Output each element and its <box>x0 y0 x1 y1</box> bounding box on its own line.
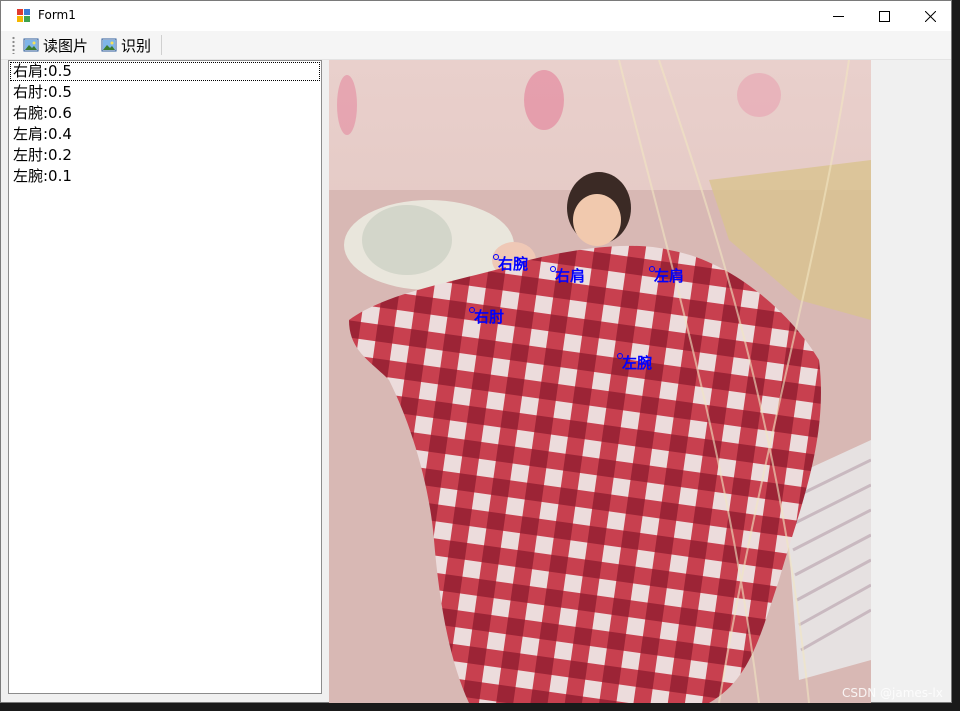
recognize-label: 识别 <box>121 36 152 55</box>
keypoint-left-shoulder: 左肩 <box>649 265 684 286</box>
list-item[interactable]: 右腕:0.6 <box>9 103 321 124</box>
picture-icon <box>101 38 117 52</box>
photo-illustration <box>329 60 871 703</box>
close-button[interactable] <box>907 1 953 31</box>
close-icon <box>924 10 936 22</box>
list-item[interactable]: 右肘:0.5 <box>9 82 321 103</box>
keypoint-left-wrist: 左腕 <box>617 352 652 373</box>
toolbar-grip[interactable] <box>12 36 15 54</box>
recognize-button[interactable]: 识别 <box>101 34 151 56</box>
keypoint-right-wrist: 右腕 <box>493 253 528 274</box>
keypoint-label: 右肩 <box>555 267 586 285</box>
read-image-button[interactable]: 读图片 <box>23 34 88 56</box>
picture-box[interactable] <box>329 60 871 703</box>
maximize-icon <box>878 10 890 22</box>
title-bar[interactable]: Form1 <box>1 1 951 31</box>
list-item[interactable]: 左肘:0.2 <box>9 145 321 166</box>
tool-strip: 读图片 识别 <box>1 31 951 60</box>
minimize-button[interactable] <box>815 1 861 31</box>
read-image-label: 读图片 <box>43 36 89 55</box>
picture-icon <box>23 38 39 52</box>
window-title: Form1 <box>38 8 76 22</box>
list-item[interactable]: 左腕:0.1 <box>9 166 321 187</box>
toolbar-separator <box>161 35 162 55</box>
main-window: Form1 读图片 识别 右肩:0.5 右肘:0.5 右腕:0.6 左肩:0.4… <box>0 0 952 703</box>
maximize-button[interactable] <box>861 1 907 31</box>
list-item[interactable]: 左肩:0.4 <box>9 124 321 145</box>
keypoint-right-shoulder: 右肩 <box>550 265 585 286</box>
keypoint-right-elbow: 右肘 <box>469 306 504 327</box>
keypoint-label: 右肘 <box>474 308 505 326</box>
results-listbox[interactable]: 右肩:0.5 右肘:0.5 右腕:0.6 左肩:0.4 左肘:0.2 左腕:0.… <box>8 60 322 694</box>
minimize-icon <box>832 15 844 17</box>
keypoint-label: 左肩 <box>654 267 685 285</box>
app-icon <box>17 9 30 22</box>
watermark: CSDN @james-lx <box>842 686 943 700</box>
list-item[interactable]: 右肩:0.5 <box>9 61 321 82</box>
keypoint-label: 左腕 <box>622 354 653 372</box>
keypoint-label: 右腕 <box>498 255 529 273</box>
